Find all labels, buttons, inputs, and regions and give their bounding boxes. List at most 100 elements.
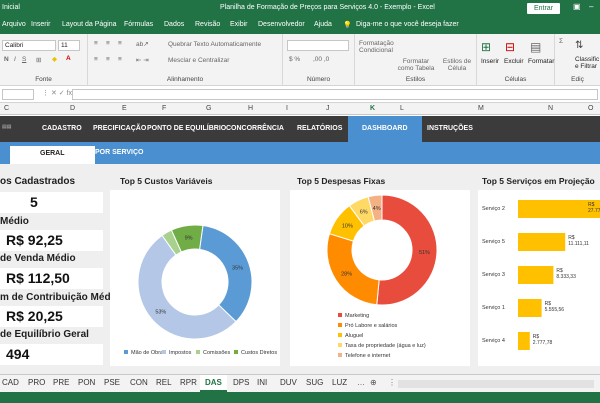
tab-scroll-icon[interactable]: ⋮ (388, 378, 396, 387)
column-header-selected[interactable]: K (370, 105, 375, 112)
delete-cells-icon[interactable]: ⊟ (505, 40, 515, 54)
tell-me-search[interactable]: Diga-me o que você deseja fazer (356, 21, 459, 28)
expenses-donut-chart: 51% 28% 10% 6% 4% (326, 194, 438, 306)
column-header[interactable]: D (70, 105, 75, 112)
decimal-icon[interactable]: ,00 ,0 (313, 56, 329, 63)
sheet-tab[interactable]: RPR (180, 378, 197, 387)
formula-buttons[interactable]: ⋮ ✕ ✓ fx (42, 89, 72, 97)
tab-ajuda[interactable]: Ajuda (314, 21, 332, 28)
column-header[interactable]: E (122, 105, 127, 112)
orientation-icon[interactable]: ab↗ (136, 40, 149, 48)
sheet-tab[interactable]: DPS (233, 378, 249, 387)
bar-category-label: Serviço 4 (482, 338, 505, 344)
align-top-icon[interactable]: ≡ (94, 40, 98, 47)
ribbon-display-icon[interactable]: ▣ (573, 2, 581, 11)
dashboard-subnav: GERAL POR SERVIÇO (0, 142, 600, 164)
column-header[interactable]: O (588, 105, 593, 112)
align-bottom-icon[interactable]: ≡ (118, 40, 122, 47)
slice-label: 6% (360, 210, 368, 216)
column-header[interactable]: I (286, 105, 288, 112)
donut-slice (326, 233, 380, 306)
formula-input[interactable] (72, 89, 598, 100)
column-header[interactable]: N (548, 105, 553, 112)
nav-precificacao[interactable]: PRECIFICAÇÃO (93, 125, 146, 132)
column-header[interactable]: C (4, 105, 9, 112)
lightbulb-icon: 💡 (343, 22, 352, 29)
delete-button[interactable]: Excluir (504, 58, 524, 65)
sheet-tab[interactable]: CON (130, 378, 148, 387)
tab-inserir[interactable]: Inserir (31, 21, 50, 28)
tab-desenvolvedor[interactable]: Desenvolvedor (258, 21, 305, 28)
column-header[interactable]: M (478, 105, 484, 112)
tab-revisao[interactable]: Revisão (195, 21, 220, 28)
nav-instrucoes[interactable]: INSTRUÇÕES (427, 125, 473, 132)
sheet-tab[interactable]: PRE (53, 378, 69, 387)
format-table-button[interactable]: Formatar como Tabela (397, 58, 435, 72)
more-sheets-icon[interactable]: … (357, 378, 365, 387)
nav-ponto-equilibrio[interactable]: PONTO DE EQUILÍBRIO (147, 125, 226, 132)
underline-icon[interactable]: S (22, 56, 26, 63)
column-header[interactable]: L (400, 105, 404, 112)
sort-filter-button[interactable]: Classific e Filtrar (575, 56, 600, 70)
subnav-geral[interactable]: GERAL (10, 146, 95, 164)
slice-label: 4% (373, 206, 381, 212)
font-color-icon[interactable]: A (66, 55, 71, 62)
signin-button[interactable]: Entrar (527, 3, 560, 14)
sum-icon[interactable]: Σ (559, 38, 563, 45)
sheet-tab[interactable]: SUG (306, 378, 323, 387)
minimize-icon[interactable]: – (589, 2, 593, 11)
insert-cells-icon[interactable]: ⊞ (481, 40, 491, 54)
align-left-icon[interactable]: ≡ (94, 56, 98, 63)
conditional-format-button[interactable]: Formatação Condicional (359, 40, 394, 54)
sheet-tab[interactable]: PRO (28, 378, 45, 387)
font-name-select[interactable]: Calibri (2, 40, 56, 51)
sheet-tab[interactable]: LUZ (332, 378, 347, 387)
name-box[interactable] (2, 89, 34, 100)
column-header[interactable]: H (248, 105, 253, 112)
sheet-tab[interactable]: CAD (2, 378, 19, 387)
fill-color-icon[interactable]: ◆ (52, 55, 57, 63)
font-size-select[interactable]: 11 (58, 40, 80, 51)
italic-icon[interactable]: I (14, 56, 16, 63)
column-header[interactable]: G (206, 105, 211, 112)
sheet-tab[interactable]: PON (78, 378, 95, 387)
format-cells-icon[interactable]: ▤ (530, 40, 541, 54)
column-header[interactable]: F (162, 105, 166, 112)
sheet-tab[interactable]: INI (257, 378, 267, 387)
styles-group: Formatação Condicional Formatar como Tab… (355, 34, 477, 86)
merge-button[interactable]: Mesclar e Centralizar (168, 57, 229, 64)
legend-item: Taxa de propriedade (água e luz) (338, 343, 426, 349)
add-sheet-icon[interactable]: ⊕ (370, 378, 377, 387)
tab-arquivo[interactable]: Arquivo (2, 21, 26, 28)
subnav-por-servico[interactable]: POR SERVIÇO (95, 149, 144, 156)
bold-icon[interactable]: N (4, 56, 9, 63)
align-center-icon[interactable]: ≡ (106, 56, 110, 63)
format-button[interactable]: Formatar (528, 58, 554, 65)
sheet-tab[interactable]: REL (156, 378, 172, 387)
currency-icon[interactable]: $ % (289, 56, 300, 63)
tab-dados[interactable]: Dados (164, 21, 184, 28)
nav-relatorios[interactable]: RELATÓRIOS (297, 125, 342, 132)
wrap-text-button[interactable]: Quebrar Texto Automaticamente (168, 41, 261, 48)
align-right-icon[interactable]: ≡ (118, 56, 122, 63)
cell-styles-button[interactable]: Estilos de Célula (441, 58, 473, 72)
column-header[interactable]: J (326, 105, 330, 112)
insert-button[interactable]: Inserir (481, 58, 499, 65)
nav-cadastro[interactable]: CADASTRO (42, 125, 82, 132)
tab-exibir[interactable]: Exibir (230, 21, 248, 28)
sheet-tab-active[interactable]: DAS (200, 375, 227, 392)
legend-item: Mão de Obra (124, 350, 163, 356)
quick-access[interactable]: Inicial (2, 4, 20, 11)
nav-concorrencia[interactable]: CONCORRÊNCIA (226, 125, 284, 132)
tab-layout[interactable]: Layout da Página (62, 21, 117, 28)
horizontal-scrollbar[interactable] (398, 380, 594, 388)
indent-icon[interactable]: ⇤ ⇥ (136, 56, 149, 64)
align-middle-icon[interactable]: ≡ (106, 40, 110, 47)
tab-formulas[interactable]: Fórmulas (124, 21, 153, 28)
borders-icon[interactable]: ⊞ (36, 56, 41, 64)
nav-dashboard[interactable]: DASHBOARD (348, 116, 422, 142)
sheet-tab[interactable]: DUV (280, 378, 297, 387)
number-format-select[interactable] (287, 40, 349, 51)
sort-filter-icon[interactable]: ⇅ (575, 40, 583, 51)
sheet-tab[interactable]: PSE (104, 378, 120, 387)
